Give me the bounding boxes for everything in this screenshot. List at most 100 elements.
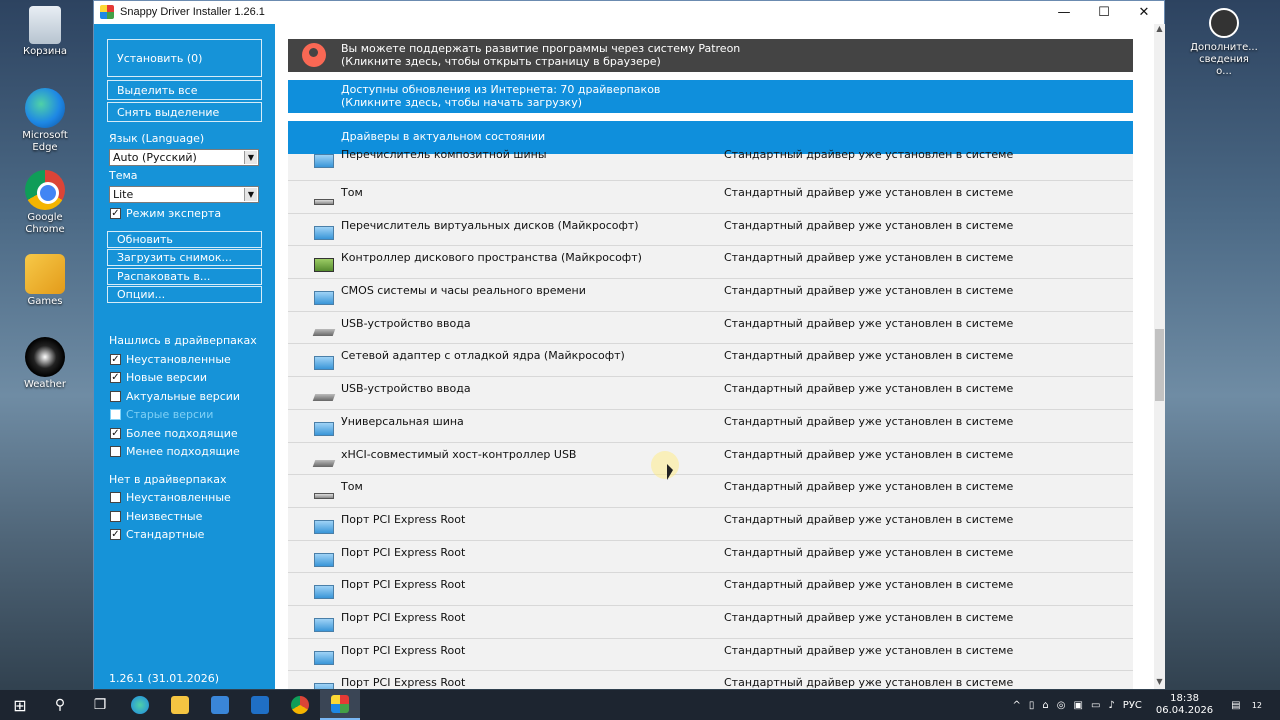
options-button[interactable]: Опции... <box>107 286 262 303</box>
tray-chevron-up-icon[interactable]: ^ <box>1013 700 1021 711</box>
load-snapshot-button[interactable]: Загрузить снимок... <box>107 249 262 266</box>
desktop-icon-weather[interactable]: Weather <box>10 337 80 391</box>
drive-icon <box>314 493 334 500</box>
device-name: Том <box>341 480 363 494</box>
checkbox-box: ✓ <box>110 354 121 365</box>
volume-icon[interactable]: ♪ <box>1108 700 1114 711</box>
device-row[interactable]: USB-устройство ввода Стандартный драйвер… <box>288 311 1133 345</box>
device-row[interactable]: Перечислитель композитной шины Стандартн… <box>288 148 1133 181</box>
language-select[interactable]: Auto (Русский) ▼ <box>109 149 259 166</box>
mouse-cursor-icon <box>667 464 673 480</box>
deselect-button[interactable]: Снять выделение <box>107 102 262 122</box>
device-row[interactable]: Порт PCI Express Root Стандартный драйве… <box>288 671 1133 689</box>
edge-icon <box>131 696 149 714</box>
theme-select[interactable]: Lite ▼ <box>109 186 259 203</box>
device-row[interactable]: Порт PCI Express Root Стандартный драйве… <box>288 540 1133 574</box>
uptodate-text: Драйверы в актуальном состоянии <box>341 130 546 143</box>
pc-icon <box>314 683 334 689</box>
taskbar-store[interactable] <box>200 690 240 720</box>
network-icon[interactable]: ⌂ <box>1042 700 1048 711</box>
desktop-icon-games[interactable]: Games <box>10 254 80 308</box>
device-row[interactable]: xHCI-совместимый хост-контроллер USB Ста… <box>288 442 1133 476</box>
notifications-button[interactable]: ▤ 12 <box>1227 700 1266 711</box>
device-name: Универсальная шина <box>341 414 464 428</box>
install-button[interactable]: Установить (0) <box>107 39 262 77</box>
pc-icon <box>314 154 334 168</box>
scroll-down-icon[interactable]: ▼ <box>1154 677 1165 689</box>
device-row[interactable]: Порт PCI Express Root Стандартный драйве… <box>288 638 1133 672</box>
chrome-icon <box>291 696 309 714</box>
filter-standard[interactable]: ✓ Стандартные <box>110 528 204 541</box>
close-button[interactable]: ✕ <box>1124 1 1164 23</box>
device-row[interactable]: Контроллер дискового пространства (Майкр… <box>288 246 1133 280</box>
usb-icon <box>312 394 336 402</box>
filter-better-match[interactable]: ✓ Более подходящие <box>110 427 238 440</box>
device-icon[interactable]: ▭ <box>1091 700 1100 711</box>
expert-mode-checkbox[interactable]: ✓ Режим эксперта <box>110 207 221 220</box>
patreon-banner[interactable]: Вы можете поддержать развитие программы … <box>288 39 1133 72</box>
scroll-up-icon[interactable]: ▲ <box>1154 24 1165 36</box>
device-row[interactable]: USB-устройство ввода Стандартный драйвер… <box>288 377 1133 410</box>
checkbox-label: Актуальные версии <box>126 390 241 403</box>
pc-icon <box>314 585 334 600</box>
refresh-button[interactable]: Обновить <box>107 231 262 248</box>
filter-worse-match[interactable]: Менее подходящие <box>110 445 240 458</box>
games-icon <box>25 254 65 294</box>
device-name: Порт PCI Express Root <box>341 512 466 526</box>
clock[interactable]: 18:38 06.04.2026 <box>1156 693 1213 717</box>
taskbar-edge[interactable] <box>120 690 160 720</box>
notification-count: 12 <box>1251 700 1262 710</box>
device-row[interactable]: Том Стандартный драйвер уже установлен в… <box>288 181 1133 214</box>
drive-icon <box>314 199 334 205</box>
device-name: Порт PCI Express Root <box>341 643 466 657</box>
filter-not-installed[interactable]: ✓ Неустановленные <box>110 353 231 366</box>
language-indicator[interactable]: РУС <box>1123 700 1142 711</box>
checkbox-label: Более подходящие <box>126 427 238 440</box>
filter-notfound-not-installed[interactable]: Неустановленные <box>110 491 231 504</box>
task-view-button[interactable]: ❐ <box>80 690 120 720</box>
desktop-icon-additional-info[interactable]: Дополните... сведения о... <box>1190 8 1258 78</box>
start-button[interactable]: ⊞ <box>0 690 40 720</box>
taskbar-chrome[interactable] <box>280 690 320 720</box>
maximize-button[interactable]: ☐ <box>1084 1 1124 23</box>
scrollbar-thumb[interactable] <box>1155 329 1164 401</box>
device-row[interactable]: CMOS системы и часы реального времени Ст… <box>288 279 1133 312</box>
checkbox-box <box>110 511 121 522</box>
taskbar-mail[interactable] <box>240 690 280 720</box>
device-row[interactable]: Порт PCI Express Root Стандартный драйве… <box>288 605 1133 639</box>
device-row[interactable]: Сетевой адаптер с отладкой ядра (Майкрос… <box>288 344 1133 378</box>
usb-tray-icon[interactable]: ▯ <box>1029 700 1035 711</box>
device-row[interactable]: Порт PCI Express Root Стандартный драйве… <box>288 507 1133 541</box>
checkbox-label: Новые версии <box>126 371 208 384</box>
language-label: Язык (Language) <box>109 132 205 145</box>
taskbar-snappy-driver[interactable] <box>320 690 360 720</box>
filter-unknown[interactable]: Неизвестные <box>110 510 202 523</box>
filter-new-versions[interactable]: ✓ Новые версии <box>110 371 207 384</box>
title-bar[interactable]: Snappy Driver Installer 1.26.1 — ☐ ✕ <box>94 1 1164 23</box>
device-row[interactable]: Порт PCI Express Root Стандартный драйве… <box>288 573 1133 606</box>
filter-current-versions[interactable]: Актуальные версии <box>110 390 240 403</box>
camera-icon[interactable]: ▣ <box>1074 700 1083 711</box>
device-row[interactable]: Перечислитель виртуальных дисков (Майкро… <box>288 213 1133 247</box>
extract-button[interactable]: Распаковать в... <box>107 268 262 285</box>
device-name: Порт PCI Express Root <box>341 676 466 689</box>
device-status: Стандартный драйвер уже установлен в сис… <box>724 512 1014 526</box>
minimize-button[interactable]: — <box>1044 1 1084 23</box>
updates-line1: Доступны обновления из Интернета: 70 дра… <box>341 83 661 96</box>
recycle-bin-icon <box>29 6 61 44</box>
app-window: Snappy Driver Installer 1.26.1 — ☐ ✕ Уст… <box>93 0 1165 689</box>
search-button[interactable]: ⚲ <box>40 690 80 720</box>
filter-old-versions[interactable]: Старые версии <box>110 408 213 421</box>
device-row[interactable]: Том Стандартный драйвер уже установлен в… <box>288 475 1133 508</box>
desktop-icon-recycle-bin[interactable]: Корзина <box>10 6 80 58</box>
vertical-scrollbar[interactable]: ▲ ▼ <box>1154 24 1165 689</box>
desktop-icon-edge[interactable]: Microsoft Edge <box>10 88 80 154</box>
checkbox-label: Неустановленные <box>126 491 231 504</box>
updates-banner[interactable]: Доступны обновления из Интернета: 70 дра… <box>288 80 1133 113</box>
security-icon[interactable]: ◎ <box>1057 700 1066 711</box>
device-row[interactable]: Универсальная шина Стандартный драйвер у… <box>288 409 1133 443</box>
taskbar-explorer[interactable] <box>160 690 200 720</box>
device-name: USB-устройство ввода <box>341 382 471 396</box>
select-all-button[interactable]: Выделить все <box>107 80 262 100</box>
desktop-icon-chrome[interactable]: Google Chrome <box>10 170 80 236</box>
